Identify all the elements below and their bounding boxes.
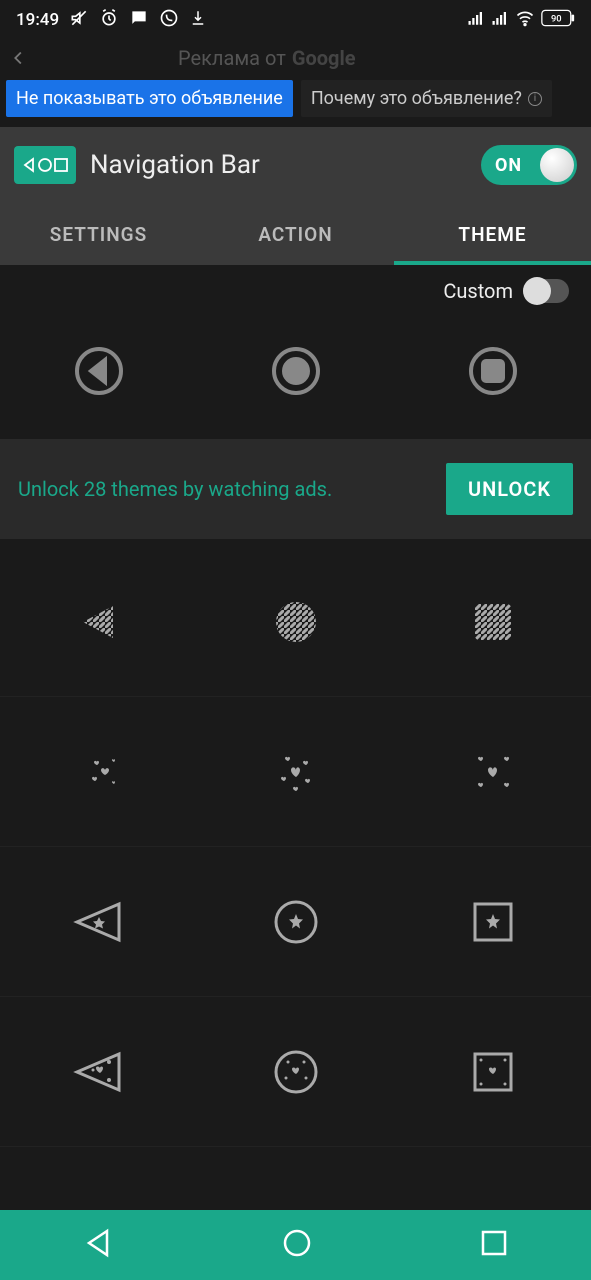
theme-row-hearts[interactable]: [0, 697, 591, 847]
tabs: SETTINGS ACTION THEME: [0, 203, 591, 265]
alarm-icon: [99, 8, 119, 33]
system-nav-bar: [0, 1210, 591, 1280]
svg-text:90: 90: [551, 13, 562, 24]
back-heartframe-icon: [69, 1042, 129, 1102]
status-time: 19:49: [16, 10, 59, 30]
app-header: Navigation Bar ON: [0, 127, 591, 203]
unlock-text: Unlock 28 themes by watching ads.: [18, 477, 332, 501]
sys-recent-button[interactable]: [480, 1229, 508, 1261]
unlock-button[interactable]: UNLOCK: [446, 463, 573, 515]
toggle-label: ON: [495, 155, 522, 176]
theme-row-star[interactable]: [0, 847, 591, 997]
recent-hatched-icon: [463, 592, 523, 652]
app-title: Navigation Bar: [90, 150, 260, 180]
tab-theme[interactable]: THEME: [394, 203, 591, 265]
theme-content[interactable]: Custom Unlock 28 themes by watching ads.…: [0, 265, 591, 1250]
tab-settings[interactable]: SETTINGS: [0, 203, 197, 265]
info-icon: i: [528, 92, 542, 106]
signal-icon: [467, 9, 485, 32]
theme-row-hatched[interactable]: [0, 547, 591, 697]
back-arrow-icon[interactable]: [8, 47, 30, 69]
unlock-bar: Unlock 28 themes by watching ads. UNLOCK: [0, 439, 591, 539]
home-outline-icon: [266, 341, 326, 401]
ad-why-button[interactable]: Почему это объявление? i: [301, 80, 552, 117]
ad-label: Реклама от: [178, 46, 286, 70]
sys-back-button[interactable]: [83, 1227, 115, 1263]
home-hearts-icon: [266, 742, 326, 802]
master-toggle[interactable]: ON: [481, 145, 577, 185]
theme-row-outline[interactable]: [0, 311, 591, 431]
custom-row: Custom: [0, 265, 591, 311]
recent-hearts-icon: [463, 742, 523, 802]
custom-label: Custom: [443, 279, 513, 303]
back-hearts-icon: [69, 742, 129, 802]
home-hatched-icon: [266, 592, 326, 652]
custom-switch[interactable]: [523, 279, 569, 303]
viber-icon: [159, 8, 179, 33]
theme-row-heart-outline[interactable]: [0, 997, 591, 1147]
signal-icon-2: [491, 9, 509, 32]
ad-dont-show-button[interactable]: Не показывать это объявление: [6, 80, 293, 117]
recent-outline-icon: [463, 341, 523, 401]
back-star-icon: [69, 892, 129, 952]
download-icon: [189, 9, 207, 32]
back-outline-icon: [69, 341, 129, 401]
sys-home-button[interactable]: [281, 1227, 313, 1263]
ad-why-label: Почему это объявление?: [311, 88, 522, 109]
status-bar: 19:49 90: [0, 0, 591, 40]
google-logo: Google: [292, 46, 356, 70]
toggle-knob: [540, 148, 574, 182]
mute-icon: [69, 8, 89, 33]
app-icon: [14, 146, 76, 184]
home-heartframe-icon: [266, 1042, 326, 1102]
ad-header: Реклама от Google: [0, 40, 591, 76]
chat-icon: [129, 8, 149, 33]
recent-heartframe-icon: [463, 1042, 523, 1102]
ad-controls: Не показывать это объявление Почему это …: [0, 76, 591, 127]
back-hatched-icon: [69, 592, 129, 652]
tab-action[interactable]: ACTION: [197, 203, 394, 265]
battery-icon: 90: [541, 9, 575, 32]
wifi-icon: [515, 8, 535, 33]
home-star-icon: [266, 892, 326, 952]
recent-star-icon: [463, 892, 523, 952]
